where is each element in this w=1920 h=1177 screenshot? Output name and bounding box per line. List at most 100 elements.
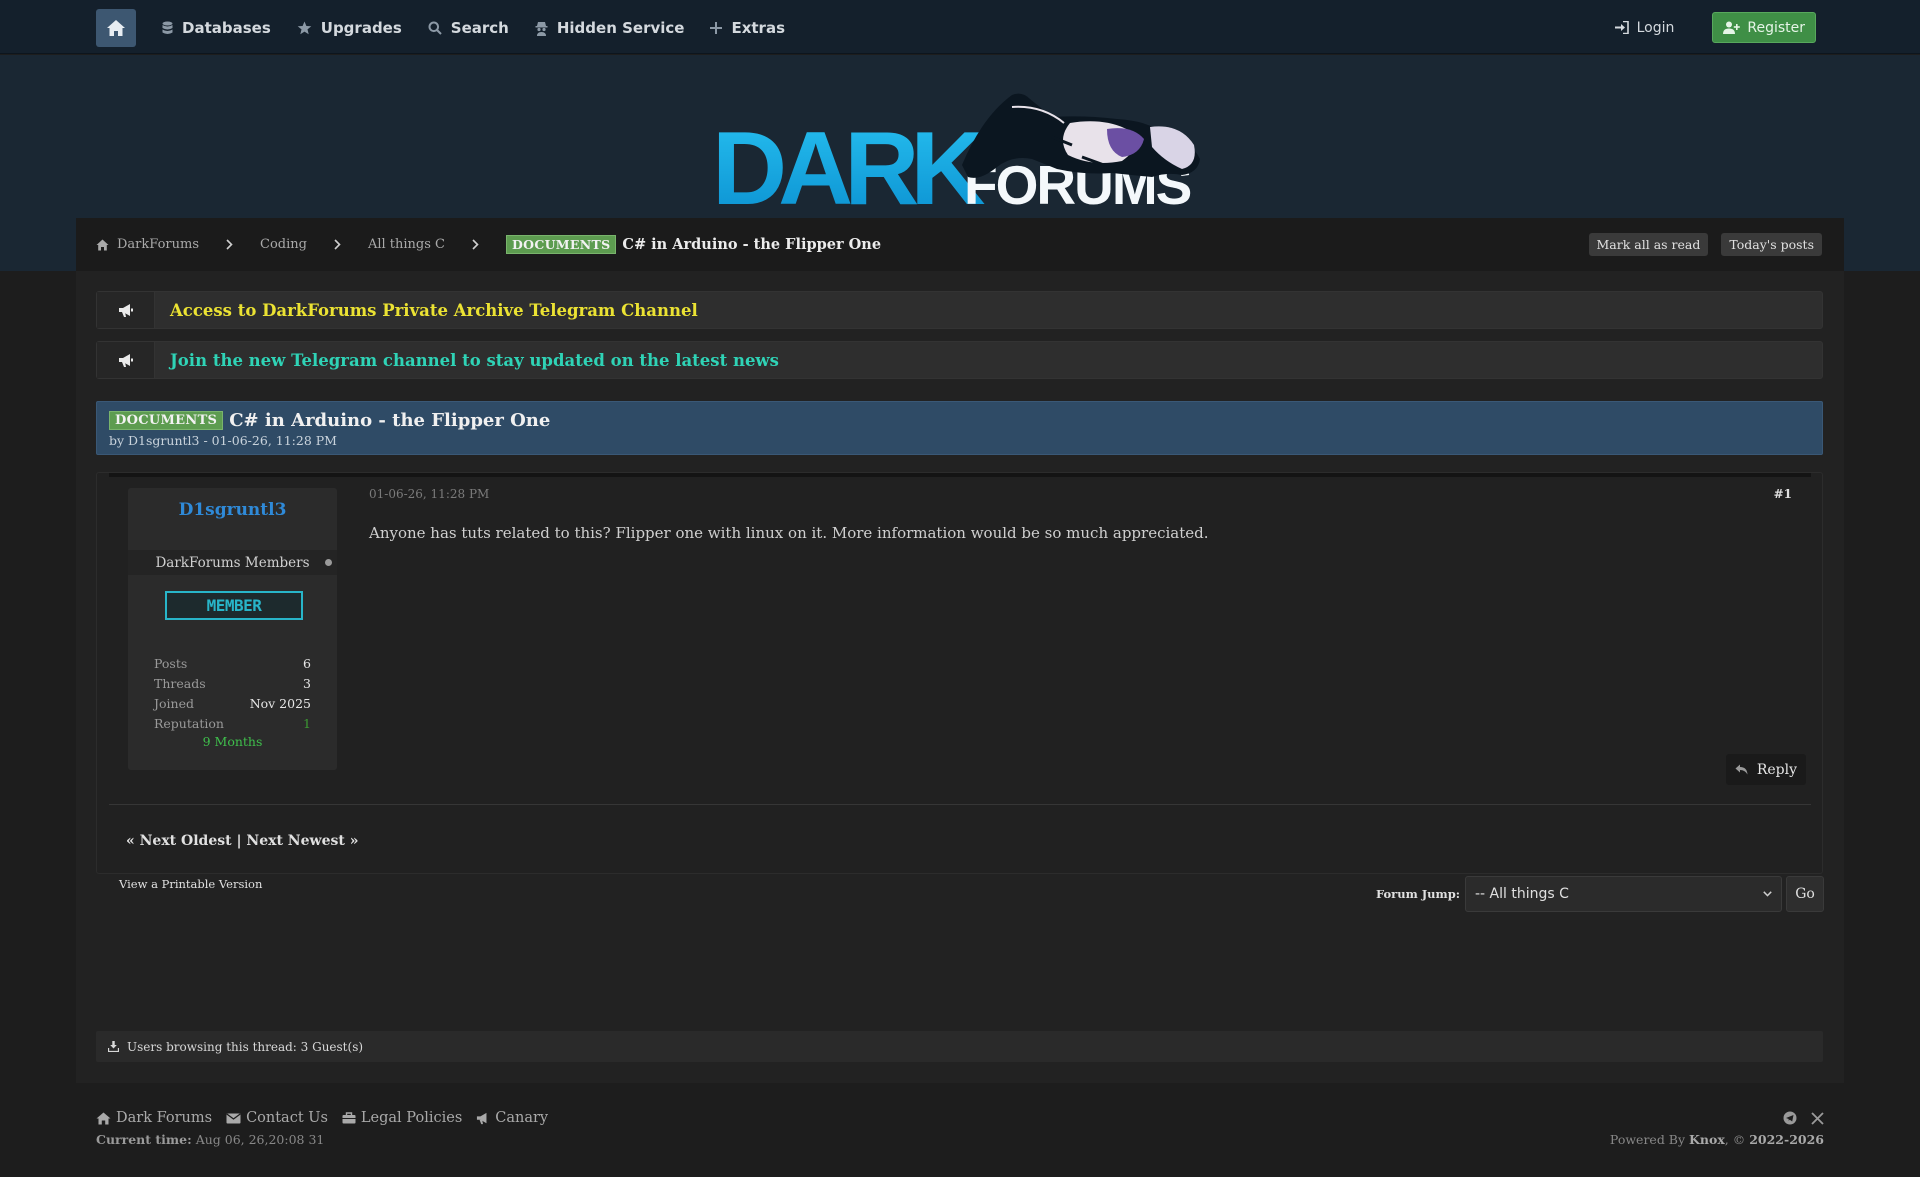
stat-value: 3 [303,676,311,691]
printable-version-link[interactable]: View a Printable Version [119,877,262,891]
stat-row: Reputation 1 [154,716,311,736]
forum-jump-selected: -- All things C [1475,886,1569,902]
author-stats: Posts 6 Threads 3 Joined Nov 2025 Reputatio… [154,656,311,736]
database-icon [162,21,182,35]
nav-search[interactable]: Search [428,19,509,37]
chevron-down-icon [1763,891,1772,897]
thread-meta: by D1sgruntl3 - 01-06-26, 11:28 PM [109,433,337,448]
footer-link-legal[interactable]: Legal Policies [342,1110,462,1126]
login-link[interactable]: Login [1614,19,1675,36]
reputation-value[interactable]: 1 [303,716,311,736]
footer-link-canary[interactable]: Canary [476,1110,548,1126]
home-icon [106,19,126,37]
author-usergroup: DarkForums Members [128,550,337,575]
offline-status-dot [325,559,332,566]
site-logo[interactable]: DARK FORUMS [712,77,1206,227]
x-twitter-icon[interactable] [1811,1111,1824,1125]
stat-label: Joined [154,696,194,711]
current-time-value: Aug 06, 26,20:08 31 [195,1132,325,1147]
nav-extras[interactable]: Extras [710,19,785,37]
author-username[interactable]: D1sgruntl3 [128,500,337,520]
login-label: Login [1636,19,1675,36]
nav-left: Databases Upgrades Search Hidden Service… [96,9,785,47]
briefcase-icon [342,1112,361,1124]
powered-by-knox-link[interactable]: Knox [1689,1132,1725,1147]
author-profile: D1sgruntl3 DarkForums Members MEMBER Pos… [128,488,337,770]
announcement-telegram-archive[interactable]: Access to DarkForums Private Archive Tel… [96,291,1823,329]
announcement-text[interactable]: Join the new Telegram channel to stay up… [170,342,779,378]
powered-prefix: Powered By [1609,1132,1686,1147]
nav-hidden-service[interactable]: Hidden Service [535,19,685,37]
post-divider [109,473,1811,477]
stat-label: Threads [154,676,206,691]
reply-button[interactable]: Reply [1725,754,1806,785]
top-navbar: Databases Upgrades Search Hidden Service… [0,0,1920,54]
footer-link-contact[interactable]: Contact Us [226,1110,328,1126]
todays-posts-button[interactable]: Today's posts [1721,233,1822,256]
search-icon [428,21,451,35]
breadcrumb-current: C# in Arduino - the Flipper One [622,236,882,253]
social-links [1769,1111,1824,1125]
telegram-icon[interactable] [1783,1111,1797,1125]
breadcrumb-darkforums[interactable]: DarkForums [117,237,199,252]
sign-in-icon [1614,21,1637,34]
stat-row: Threads 3 [154,676,311,696]
copyright-years: 2022-2026 [1749,1132,1824,1147]
nav-databases[interactable]: Databases [162,19,271,37]
breadcrumb-all-things-c[interactable]: All things C [368,237,445,252]
register-button[interactable]: Register [1712,12,1816,43]
rank-badge: MEMBER [165,591,303,620]
stat-label: Posts [154,656,188,671]
footer-link-label: Contact Us [246,1110,328,1126]
thread-prefix-badge: DOCUMENTS [109,411,224,430]
thread-title-row: DOCUMENTS C# in Arduino - the Flipper On… [109,410,550,431]
users-browsing: Users browsing this thread: 3 Guest(s) [96,1031,1823,1062]
bullhorn-icon [97,342,155,378]
post-number-link[interactable]: #1 [1774,487,1792,501]
footer-links: Dark Forums Contact Us Legal Policies Ca… [96,1110,562,1126]
reply-label: Reply [1756,761,1797,778]
plus-icon [710,22,731,34]
footer-link-label: Dark Forums [116,1110,213,1126]
home-crumb-icon [96,239,109,251]
chevron-right-icon [334,239,341,250]
footer-link-dark-forums[interactable]: Dark Forums [96,1110,212,1126]
go-button[interactable]: Go [1786,876,1824,912]
post-separator [109,804,1811,805]
thread-pager[interactable]: « Next Oldest | Next Newest » [126,833,358,849]
thread-title: C# in Arduino - the Flipper One [229,410,551,431]
thread-prefix-badge: DOCUMENTS [506,235,617,254]
forum-jump-select[interactable]: -- All things C [1465,876,1782,912]
current-time-label: Current time: [96,1132,192,1147]
post: D1sgruntl3 DarkForums Members MEMBER Pos… [96,472,1823,874]
breadcrumb-coding[interactable]: Coding [260,237,307,252]
nav-upgrades-label: Upgrades [320,19,402,37]
nav-search-label: Search [450,19,509,37]
footer-link-label: Canary [495,1110,549,1126]
stat-value: Nov 2025 [249,696,311,711]
user-plus-icon [1723,21,1747,34]
home-icon [96,1112,116,1125]
current-time: Current time: Aug 06, 26,20:08 31 [96,1132,324,1147]
stat-row: Joined Nov 2025 [154,696,311,716]
spy-icon [535,21,557,36]
chevron-right-icon [472,239,479,250]
download-icon [108,1041,127,1052]
post-date: 01-06-26, 11:28 PM [369,487,490,501]
register-label: Register [1747,19,1805,36]
nav-hidden-service-label: Hidden Service [556,19,685,37]
mark-all-read-button[interactable]: Mark all as read [1588,233,1709,256]
bullhorn-icon [97,292,155,328]
announcement-text[interactable]: Access to DarkForums Private Archive Tel… [170,292,698,328]
footer-link-label: Legal Policies [360,1110,463,1126]
nav-right: Login Register [1614,12,1816,43]
announcement-telegram-news[interactable]: Join the new Telegram channel to stay up… [96,341,1823,379]
nav-upgrades[interactable]: Upgrades [297,19,402,37]
stat-row: Posts 6 [154,656,311,676]
powered-by: Powered By Knox, © 2022-2026 [1610,1132,1824,1147]
mascot-figure [962,93,1200,178]
envelope-icon [226,1112,246,1124]
chevron-right-icon [226,239,233,250]
home-button[interactable] [96,9,136,47]
post-body: Anyone has tuts related to this? Flipper… [369,524,1209,542]
